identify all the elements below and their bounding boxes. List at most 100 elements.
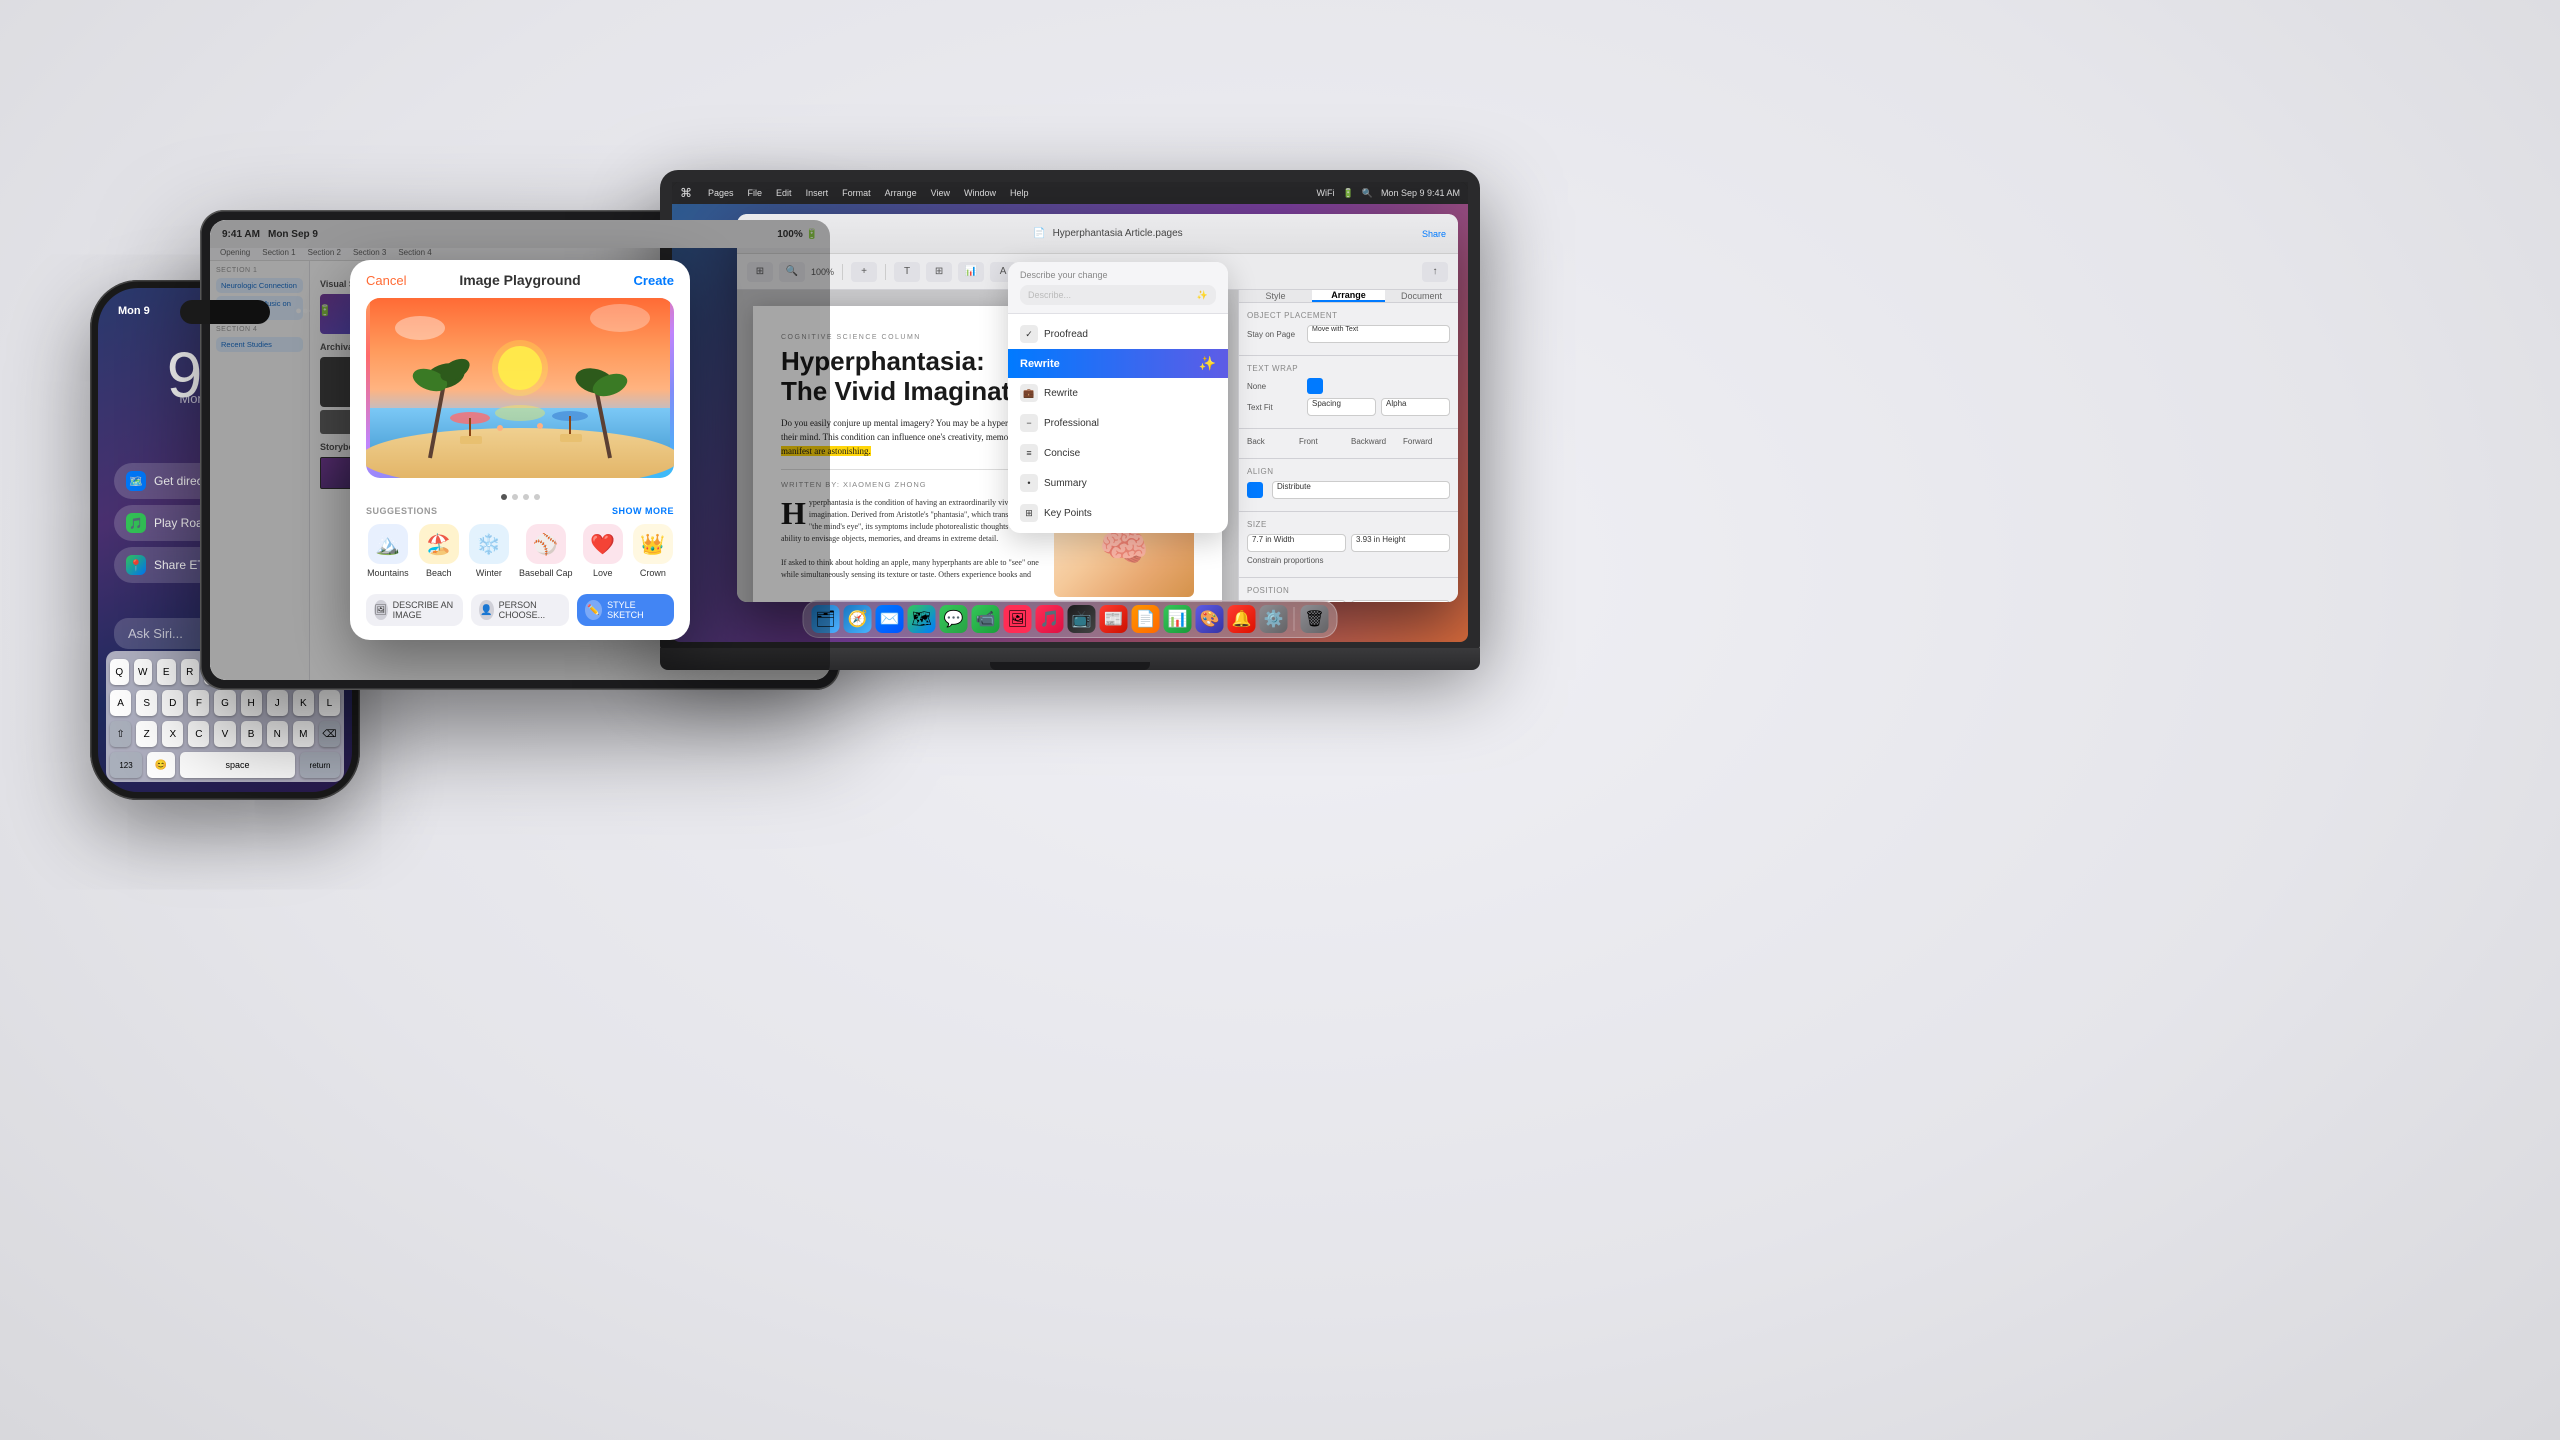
key-s[interactable]: S	[136, 690, 157, 716]
toolbar-table[interactable]: ⊞	[926, 262, 952, 282]
y-input[interactable]: 1.89 in Y	[1351, 600, 1450, 602]
wt-table[interactable]: ⊞ Key Points	[1008, 498, 1228, 528]
key-j[interactable]: J	[267, 690, 288, 716]
dock-music[interactable]: 🎵	[1036, 605, 1064, 633]
menubar-insert[interactable]: Insert	[806, 188, 829, 198]
wt-professional[interactable]: 💼 Rewrite	[1008, 378, 1228, 408]
dialog-create-button[interactable]: Create	[634, 273, 674, 288]
height-input[interactable]: 3.93 in Height	[1351, 534, 1450, 552]
crown-icon: 👑	[633, 524, 673, 564]
key-numbers[interactable]: 123	[110, 752, 142, 778]
wt-keypoints[interactable]: • Summary	[1008, 468, 1228, 498]
key-e[interactable]: E	[157, 659, 176, 685]
dock-maps[interactable]: 🗺	[908, 605, 936, 633]
share-button[interactable]: Share	[1422, 229, 1446, 239]
suggestion-beach[interactable]: 🏖️ Beach	[419, 524, 459, 578]
suggestion-winter[interactable]: ❄️ Winter	[469, 524, 509, 578]
winter-icon: ❄️	[469, 524, 509, 564]
dock-messages[interactable]: 💬	[940, 605, 968, 633]
panel-tab-style[interactable]: Style	[1239, 290, 1312, 302]
key-n[interactable]: N	[267, 721, 288, 747]
dock-numbers[interactable]: 📊	[1164, 605, 1192, 633]
key-q[interactable]: Q	[110, 659, 129, 685]
menubar-view[interactable]: View	[931, 188, 950, 198]
toolbar-add[interactable]: +	[851, 262, 877, 282]
wt-proofread[interactable]: ✓ Proofread	[1008, 319, 1228, 349]
table-icon: ⊞	[1020, 504, 1038, 522]
menubar-pages[interactable]: Pages	[708, 188, 734, 198]
panel-tab-arrange[interactable]: Arrange	[1312, 290, 1385, 302]
key-c[interactable]: C	[188, 721, 209, 747]
key-k[interactable]: K	[293, 690, 314, 716]
alpha-input[interactable]: Alpha	[1381, 398, 1450, 416]
dock-facetime[interactable]: 📹	[972, 605, 1000, 633]
wt-concise[interactable]: − Professional	[1008, 408, 1228, 438]
key-g[interactable]: G	[214, 690, 235, 716]
key-return[interactable]: return	[300, 752, 340, 778]
menubar-format[interactable]: Format	[842, 188, 871, 198]
dialog-cancel-button[interactable]: Cancel	[366, 273, 406, 288]
width-input[interactable]: 7.7 in Width	[1247, 534, 1346, 552]
dock-photos[interactable]: 🖼	[1004, 605, 1032, 633]
show-more-button[interactable]: SHOW MORE	[612, 506, 674, 516]
suggestion-love[interactable]: ❤️ Love	[583, 524, 623, 578]
generated-image	[366, 298, 674, 478]
key-a[interactable]: A	[110, 690, 131, 716]
dock-trash[interactable]: 🗑	[1301, 605, 1329, 633]
professional-label: Rewrite	[1044, 388, 1078, 399]
wt-proofread-btn[interactable]: ✨	[1197, 290, 1208, 301]
dock-pages[interactable]: 📄	[1132, 605, 1160, 633]
key-delete[interactable]: ⌫	[319, 721, 340, 747]
table-label: Key Points	[1044, 508, 1092, 519]
key-m[interactable]: M	[293, 721, 314, 747]
eta-icon: 📍	[126, 555, 146, 575]
style-button[interactable]: ✏️ STYLE SKETCH	[577, 594, 674, 626]
suggestion-crown[interactable]: 👑 Crown	[633, 524, 673, 578]
wt-rewrite[interactable]: Rewrite ✨	[1008, 349, 1228, 378]
style-label: STYLE SKETCH	[607, 600, 666, 620]
toolbar-text[interactable]: T	[894, 262, 920, 282]
menubar-edit[interactable]: Edit	[776, 188, 792, 198]
toolbar-share[interactable]: ↑	[1422, 262, 1448, 282]
placement-input[interactable]: Move with Text	[1307, 325, 1450, 343]
key-h[interactable]: H	[241, 690, 262, 716]
distribute-input[interactable]: Distribute	[1272, 481, 1450, 499]
key-x[interactable]: X	[162, 721, 183, 747]
menubar-window[interactable]: Window	[964, 188, 996, 198]
key-shift[interactable]: ⇧	[110, 721, 131, 747]
suggestion-baseball[interactable]: ⚾ Baseball Cap	[519, 524, 573, 578]
describe-image-button[interactable]: 🖼 DESCRIBE AN IMAGE	[366, 594, 463, 626]
wt-input-field[interactable]: Describe... ✨	[1020, 285, 1216, 305]
object-placement-label: Object Placement	[1247, 311, 1450, 320]
menubar-search[interactable]: 🔍	[1362, 188, 1373, 199]
person-button[interactable]: 👤 PERSON CHOOSE...	[471, 594, 568, 626]
menubar-help[interactable]: Help	[1010, 188, 1029, 198]
key-space[interactable]: space	[180, 752, 295, 778]
key-emoji[interactable]: 😊	[147, 752, 175, 778]
dock-settings[interactable]: ⚙️	[1260, 605, 1288, 633]
dock-keynote[interactable]: 🎨	[1196, 605, 1224, 633]
key-z[interactable]: Z	[136, 721, 157, 747]
key-f[interactable]: F	[188, 690, 209, 716]
dock-safari[interactable]: 🧭	[844, 605, 872, 633]
key-r[interactable]: R	[181, 659, 200, 685]
toolbar-chart[interactable]: 📊	[958, 262, 984, 282]
key-l[interactable]: L	[319, 690, 340, 716]
menubar-arrange[interactable]: Arrange	[885, 188, 917, 198]
suggestion-mountains[interactable]: 🏔️ Mountains	[367, 524, 409, 578]
key-w[interactable]: W	[134, 659, 153, 685]
key-d[interactable]: D	[162, 690, 183, 716]
dock-notifications[interactable]: 🔔	[1228, 605, 1256, 633]
key-b[interactable]: B	[241, 721, 262, 747]
dock-mail[interactable]: ✉️	[876, 605, 904, 633]
wt-summary[interactable]: ≡ Concise	[1008, 438, 1228, 468]
menubar-battery: 🔋	[1343, 188, 1354, 199]
dialog-suggestions-list: 🏔️ Mountains 🏖️ Beach ❄️ Winter ⚾	[350, 516, 690, 586]
panel-tabs: Style Arrange Document	[1239, 290, 1458, 303]
dock-news[interactable]: 📰	[1100, 605, 1128, 633]
dock-tv[interactable]: 📺	[1068, 605, 1096, 633]
text-fit-input[interactable]: Spacing	[1307, 398, 1376, 416]
key-v[interactable]: V	[214, 721, 235, 747]
panel-tab-document[interactable]: Document	[1385, 290, 1458, 302]
menubar-file[interactable]: File	[748, 188, 763, 198]
